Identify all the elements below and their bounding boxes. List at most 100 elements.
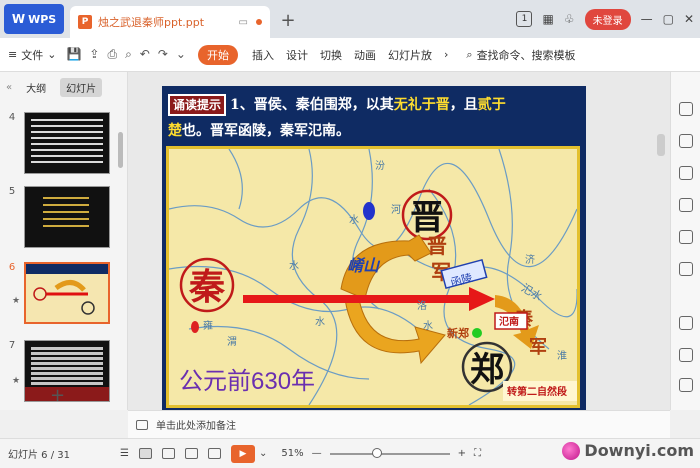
thumbnail-row[interactable]: 4: [0, 112, 118, 174]
notes-bar[interactable]: 单击此处添加备注: [128, 410, 670, 438]
animation-star-icon: ★: [12, 376, 21, 386]
zoom-control: 51% — + ⛶: [281, 447, 481, 459]
water-label: 汾: [375, 160, 385, 172]
menu-more-icon[interactable]: ›: [444, 48, 448, 61]
print-preview-icon[interactable]: ⌕: [125, 47, 132, 62]
fit-window-icon[interactable]: ⛶: [474, 448, 481, 459]
slideshow-play-button[interactable]: ▶: [230, 444, 255, 463]
redo-icon[interactable]: ↷: [158, 47, 168, 62]
tab-animation[interactable]: 动画: [354, 47, 376, 63]
skin-icon[interactable]: ♧: [564, 12, 575, 26]
unsaved-dot-icon: [256, 19, 262, 25]
thumbnail-scrollbar[interactable]: [118, 132, 123, 168]
layers-icon[interactable]: [679, 230, 693, 244]
command-search[interactable]: ⌕ 查找命令、搜索模板: [466, 47, 575, 63]
slide-text-2: ，且: [449, 97, 478, 113]
water-label: 水: [349, 214, 359, 226]
thumbnail-row[interactable]: 5: [0, 186, 118, 248]
undo-icon[interactable]: ↶: [140, 47, 150, 62]
tab-start[interactable]: 开始: [197, 44, 238, 65]
normal-view-icon[interactable]: [138, 448, 152, 459]
menu-icon: ≡: [8, 48, 18, 61]
zoom-slider[interactable]: [329, 447, 450, 458]
pin-icon[interactable]: [679, 102, 693, 116]
file-menu-label: 文件: [21, 48, 44, 62]
notes-toggle-icon[interactable]: ☰: [120, 448, 129, 459]
format-icon[interactable]: [679, 134, 693, 148]
export-icon[interactable]: ⇪: [89, 47, 99, 62]
tab-slides[interactable]: 幻灯片: [60, 77, 103, 97]
add-slide-button[interactable]: +: [50, 385, 65, 406]
sound-icon[interactable]: [679, 378, 693, 392]
yong-label: 雍: [203, 319, 213, 332]
presenter-view-icon[interactable]: [207, 448, 221, 459]
water-labels: 水 水 水 汾 河 渭 水 淮 洛 济: [227, 160, 567, 362]
quick-access-toolbar: 💾 ⇪ ⎙ ⌕ ↶ ↷ ⌄: [66, 47, 186, 62]
shape-icon[interactable]: [679, 166, 693, 180]
tab-design[interactable]: 设计: [286, 47, 308, 63]
zoom-in-icon[interactable]: +: [458, 448, 466, 459]
xiaoshan-label: 崤山: [347, 256, 381, 275]
tab-insert[interactable]: 插入: [252, 47, 274, 63]
image-icon[interactable]: [679, 348, 693, 362]
zheng-label: 郑: [470, 350, 504, 390]
save-icon[interactable]: 💾: [66, 47, 81, 62]
collapse-panel-icon[interactable]: «: [6, 82, 12, 93]
login-button[interactable]: 未登录: [584, 8, 631, 30]
battle-map: 秦 雍 晋 晋 军 崤山 秦 军 函陵: [166, 146, 580, 408]
maximize-icon[interactable]: ▢: [663, 12, 674, 26]
print-icon[interactable]: ⎙: [107, 47, 117, 62]
new-tab-button[interactable]: +: [276, 5, 300, 35]
chevron-down-icon: ⌄: [47, 48, 57, 61]
file-menu[interactable]: ≡ 文件 ⌄: [8, 47, 56, 63]
play-options-icon[interactable]: ⌄: [259, 448, 267, 459]
qin-label: 秦: [188, 266, 226, 308]
close-icon[interactable]: ✕: [684, 12, 694, 26]
notes-icon: [136, 419, 148, 430]
right-toolbar: [657, 72, 700, 410]
tab-outline[interactable]: 大纲: [20, 78, 52, 97]
slide-text-1: 1、晋侯、秦伯围郑，以其: [230, 97, 394, 113]
zoom-slider-knob[interactable]: [371, 447, 382, 458]
document-tab[interactable]: P 烛之武退秦师ppt.ppt ▭: [70, 6, 270, 38]
water-label: 水: [423, 320, 433, 332]
notes-placeholder: 单击此处添加备注: [156, 421, 236, 432]
panel-header: « 大纲 幻灯片: [0, 72, 127, 102]
slide-thumbnail-active[interactable]: [24, 262, 110, 324]
slide-counter: 幻灯片 6 / 31: [8, 450, 70, 461]
thumbnail-row-active[interactable]: 6: [0, 262, 118, 324]
zoom-out-icon[interactable]: —: [312, 448, 322, 459]
slide-highlight-2: 贰于: [477, 97, 506, 113]
wps-home-tab[interactable]: W WPS: [4, 4, 64, 34]
water-label: 水: [289, 260, 299, 272]
minimize-icon[interactable]: —: [641, 12, 653, 26]
command-search-label: 查找命令、搜索模板: [476, 48, 576, 62]
wps-tab-label: WPS: [28, 12, 57, 26]
window-count-badge[interactable]: 1: [516, 11, 533, 27]
slide-highlight-3: 楚: [168, 123, 182, 139]
sorter-view-icon[interactable]: [161, 448, 175, 459]
slide-reading-text: 诵读提示 1、晋侯、秦伯围郑，以其无礼于晋，且贰于 楚也。晋军函陵，秦军氾南。: [168, 92, 580, 144]
chevron-down-icon[interactable]: ⌄: [176, 47, 186, 62]
canvas-scrollbar[interactable]: [657, 134, 665, 156]
zoom-level[interactable]: 51%: [281, 448, 303, 459]
crop-icon[interactable]: [679, 316, 693, 330]
current-slide[interactable]: 诵读提示1、晋侯、秦伯围郑，以其无礼于晋，且贰于楚也。晋军函陵，秦军氾南。: [162, 86, 586, 412]
tab-slideshow[interactable]: 幻灯片放: [388, 47, 432, 63]
screen-icon[interactable]: ▭: [239, 17, 248, 28]
reading-view-icon[interactable]: [184, 448, 198, 459]
grid-icon[interactable]: ▦: [542, 12, 553, 26]
tab-transition[interactable]: 切换: [320, 47, 342, 63]
thumbnail-map-preview: [26, 264, 108, 315]
slide-thumbnail[interactable]: [24, 340, 110, 402]
water-label: 淮: [557, 350, 567, 362]
slide-thumbnail[interactable]: [24, 112, 110, 174]
custom-animation-icon[interactable]: [679, 262, 693, 276]
slide-thumbnail[interactable]: [24, 186, 110, 248]
properties-icon[interactable]: [679, 198, 693, 212]
watermark-logo-icon: [562, 441, 581, 460]
title-bar: W WPS P 烛之武退秦师ppt.ppt ▭ + 1 ▦ ♧ 未登录 — ▢ …: [0, 0, 700, 38]
slide-highlight-1: 无礼于晋: [393, 97, 450, 113]
presentation-icon: P: [78, 15, 92, 29]
window-controls: 1 ▦ ♧ 未登录 — ▢ ✕: [516, 6, 694, 32]
